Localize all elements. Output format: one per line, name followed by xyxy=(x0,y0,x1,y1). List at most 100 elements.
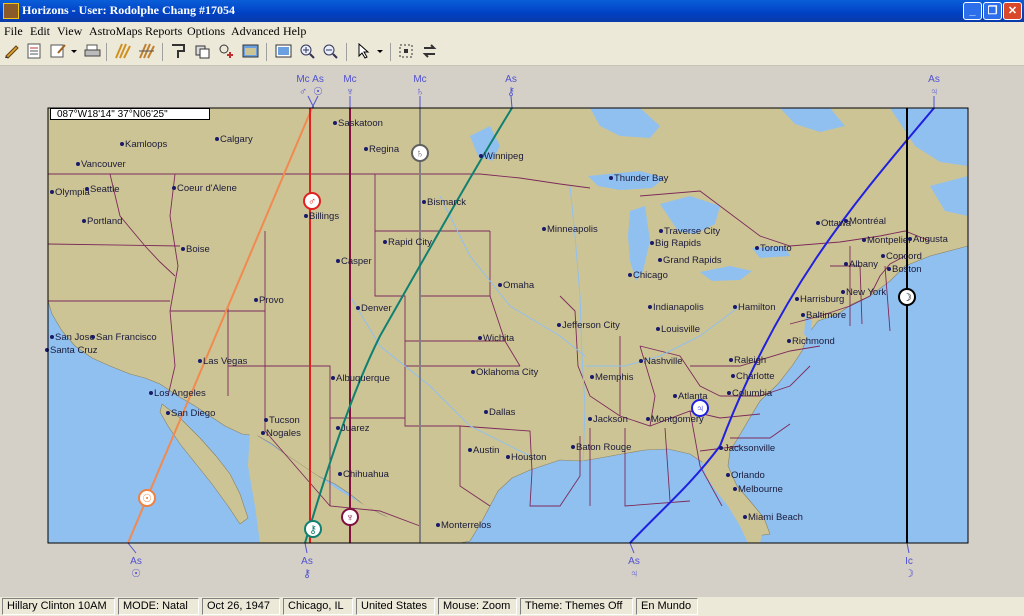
menu-reports[interactable]: Reports xyxy=(145,24,182,39)
city-dallas[interactable]: Dallas xyxy=(484,407,516,418)
city-omaha[interactable]: Omaha xyxy=(498,280,535,291)
local-space-icon[interactable] xyxy=(170,43,187,59)
add-city-icon[interactable] xyxy=(218,43,235,59)
city-miami-beach[interactable]: Miami Beach xyxy=(743,512,803,523)
city-santa-cruz[interactable]: Santa Cruz xyxy=(45,345,98,356)
city-kamloops[interactable]: Kamloops xyxy=(120,139,167,150)
edit-chart-icon[interactable] xyxy=(4,43,21,59)
city-jefferson-city[interactable]: Jefferson City xyxy=(557,320,620,331)
astromap[interactable]: Kamloops Calgary Saskatoon Regina Winnipeg Va… xyxy=(0,66,1024,596)
minimize-button[interactable]: _ xyxy=(963,2,982,20)
menu-options[interactable]: Options xyxy=(187,24,225,39)
city-olympia[interactable]: Olympia xyxy=(50,187,91,198)
city-juarez[interactable]: Juarez xyxy=(336,423,370,434)
dropdown-arrow-icon[interactable] xyxy=(70,43,78,59)
city-vancouver[interactable]: Vancouver xyxy=(76,159,126,170)
zoom-in-icon[interactable] xyxy=(299,43,316,59)
planet-marker[interactable]: ⚷ xyxy=(304,520,322,538)
city-winnipeg[interactable]: Winnipeg xyxy=(479,151,524,162)
map-window-icon[interactable] xyxy=(242,43,259,59)
pointer-dropdown-icon[interactable] xyxy=(376,43,384,59)
city-toronto[interactable]: Toronto xyxy=(755,243,792,254)
city-billings[interactable]: Billings xyxy=(304,211,339,222)
city-denver[interactable]: Denver xyxy=(356,303,392,314)
planet-marker[interactable]: ♂ xyxy=(303,192,321,210)
city-baton-rouge[interactable]: Baton Rouge xyxy=(571,442,631,453)
city-provo[interactable]: Provo xyxy=(254,295,284,306)
print-icon[interactable] xyxy=(84,43,101,59)
close-button[interactable]: ✕ xyxy=(1003,2,1022,20)
astromap-lines-icon[interactable] xyxy=(138,43,155,59)
city-augusta[interactable]: Augusta xyxy=(908,234,949,245)
city-hamilton[interactable]: Hamilton xyxy=(733,302,776,313)
city-montpelier[interactable]: Montpelier xyxy=(862,235,911,246)
city-tucson[interactable]: Tucson xyxy=(264,415,300,426)
city-chihuahua[interactable]: Chihuahua xyxy=(338,469,390,480)
city-traverse-city[interactable]: Traverse City xyxy=(659,226,720,237)
report-icon[interactable] xyxy=(26,43,43,59)
city-melbourne[interactable]: Melbourne xyxy=(733,484,783,495)
zoom-out-icon[interactable] xyxy=(322,43,339,59)
city-calgary[interactable]: Calgary xyxy=(215,134,253,145)
city-louisville[interactable]: Louisville xyxy=(656,324,700,335)
app-icon[interactable] xyxy=(3,3,19,19)
city-coeur-d-alene[interactable]: Coeur d'Alene xyxy=(172,183,237,194)
city-san-francisco[interactable]: San Francisco xyxy=(91,332,157,343)
menu-edit[interactable]: Edit xyxy=(30,24,50,39)
city-san-jose[interactable]: San Jose xyxy=(50,332,95,343)
city-chicago[interactable]: Chicago xyxy=(628,270,668,281)
chart-wizard-icon[interactable] xyxy=(50,43,67,59)
city-seattle[interactable]: Seattle xyxy=(85,184,120,195)
city-regina[interactable]: Regina xyxy=(364,144,400,155)
city-big-rapids[interactable]: Big Rapids xyxy=(650,238,701,249)
city-saskatoon[interactable]: Saskatoon xyxy=(333,118,383,129)
city-harrisburg[interactable]: Harrisburg xyxy=(795,294,844,305)
city-casper[interactable]: Casper xyxy=(336,256,372,267)
city-grand-rapids[interactable]: Grand Rapids xyxy=(658,255,722,266)
city-raleigh[interactable]: Raleigh xyxy=(729,355,766,366)
city-albany[interactable]: Albany xyxy=(844,259,878,270)
city-jacksonville[interactable]: Jacksonville xyxy=(719,443,775,454)
planet-marker[interactable]: ♃ xyxy=(691,399,709,417)
city-charlotte[interactable]: Charlotte xyxy=(731,371,775,382)
astromap-icon[interactable] xyxy=(114,43,131,59)
planet-marker[interactable]: ☽ xyxy=(898,288,916,306)
city-montr-al[interactable]: Montréal xyxy=(844,216,886,227)
city-boston[interactable]: Boston xyxy=(887,264,922,275)
city-boise[interactable]: Boise xyxy=(181,244,210,255)
pointer-icon[interactable] xyxy=(356,42,373,59)
city-san-diego[interactable]: San Diego xyxy=(166,408,215,419)
city-concord[interactable]: Concord xyxy=(881,251,922,262)
planet-marker[interactable]: ♆ xyxy=(341,508,359,526)
city-indianapolis[interactable]: Indianapolis xyxy=(648,302,704,313)
planet-marker[interactable]: ♄ xyxy=(411,144,429,162)
city-austin[interactable]: Austin xyxy=(468,445,499,456)
city-orlando[interactable]: Orlando xyxy=(726,470,765,481)
city-portland[interactable]: Portland xyxy=(82,216,122,227)
menu-advanced[interactable]: Advanced xyxy=(231,24,280,39)
select-region-icon[interactable] xyxy=(398,43,415,59)
planet-marker[interactable]: ☉ xyxy=(138,489,156,507)
city-nogales[interactable]: Nogales xyxy=(261,428,301,439)
city-richmond[interactable]: Richmond xyxy=(787,336,835,347)
city-columbia[interactable]: Columbia xyxy=(727,388,773,399)
city-minneapolis[interactable]: Minneapolis xyxy=(542,224,598,235)
maximize-button[interactable]: ❐ xyxy=(983,2,1002,20)
city-memphis[interactable]: Memphis xyxy=(590,372,634,383)
city-nashville[interactable]: Nashville xyxy=(639,356,683,367)
menu-astromaps[interactable]: AstroMaps xyxy=(89,24,142,39)
city-bismarck[interactable]: Bismarck xyxy=(422,197,466,208)
city-baltimore[interactable]: Baltimore xyxy=(801,310,846,321)
city-rapid-city[interactable]: Rapid City xyxy=(383,237,432,248)
relocate-icon[interactable] xyxy=(194,43,211,59)
city-monterrelos[interactable]: Monterrelos xyxy=(436,520,491,531)
menu-view[interactable]: View xyxy=(57,24,82,39)
full-map-icon[interactable] xyxy=(275,43,292,59)
city-los-angeles[interactable]: Los Angeles xyxy=(149,388,206,399)
refresh-icon[interactable] xyxy=(421,43,438,59)
city-thunder-bay[interactable]: Thunder Bay xyxy=(609,173,669,184)
city-jackson[interactable]: Jackson xyxy=(588,414,628,425)
city-wichita[interactable]: Wichita xyxy=(478,333,515,344)
menu-help[interactable]: Help xyxy=(283,24,306,39)
city-houston[interactable]: Houston xyxy=(506,452,546,463)
